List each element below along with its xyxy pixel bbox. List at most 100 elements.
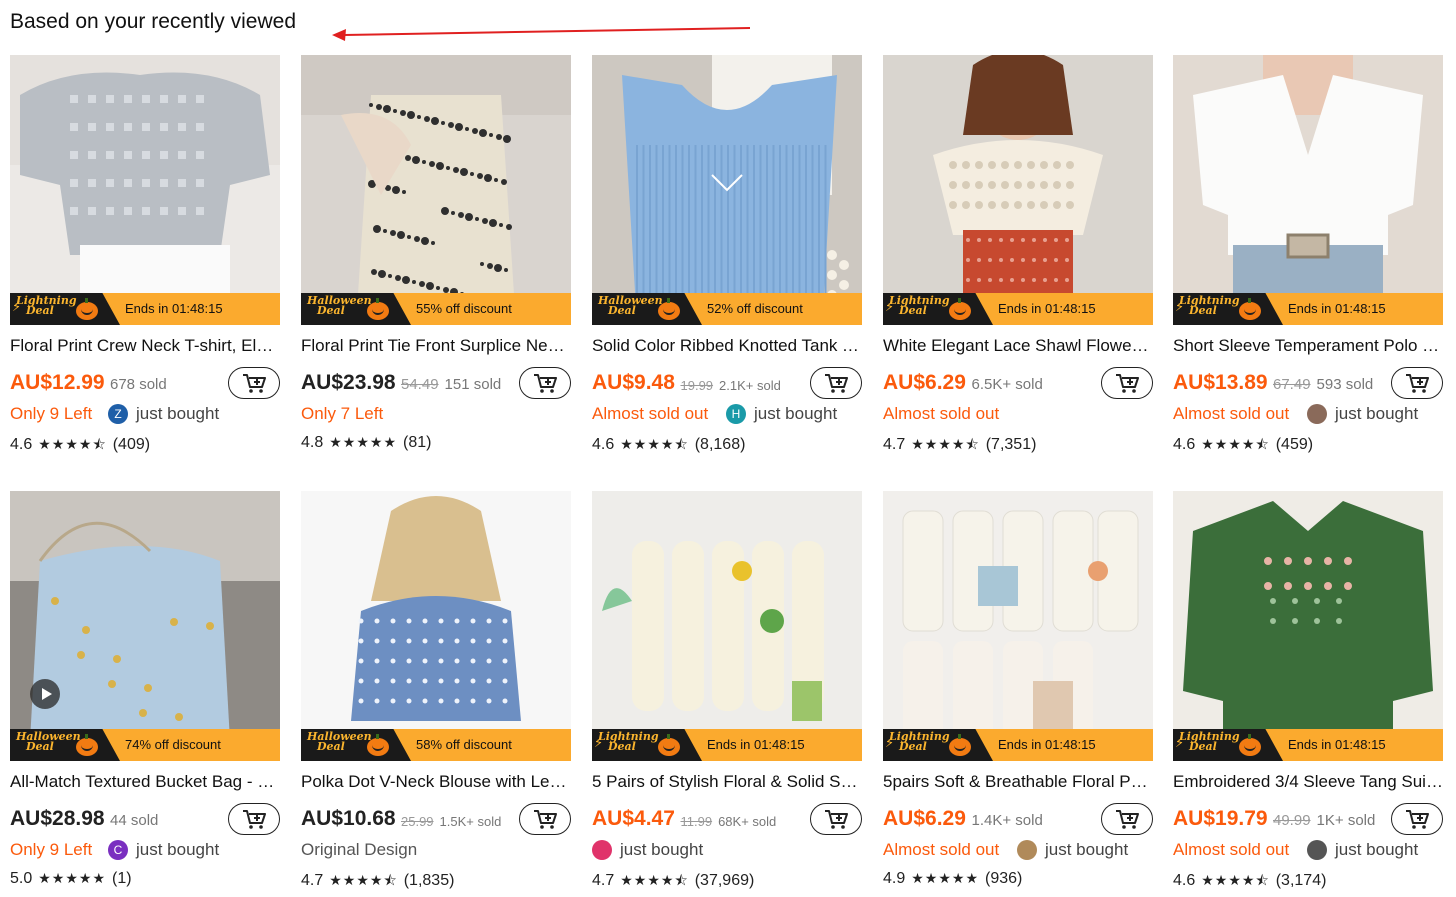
stock-row: Almost sold out bbox=[883, 404, 1153, 428]
rating-row: 4.6 ★★★★⯪ (3,174) bbox=[1173, 870, 1326, 894]
add-to-cart-button[interactable] bbox=[1101, 803, 1153, 835]
product-name[interactable]: 5pairs Soft & Breathable Floral Print So… bbox=[883, 772, 1153, 792]
product-name[interactable]: 5 Pairs of Stylish Floral & Solid Socks bbox=[592, 772, 862, 792]
pumpkin-icon bbox=[367, 734, 389, 756]
cart-icon bbox=[825, 810, 848, 829]
product-card[interactable]: ⚡ Lightning Deal Ends in 01:48:15 Embroid… bbox=[1173, 491, 1443, 891]
pumpkin-icon bbox=[658, 298, 680, 320]
rating-row: 4.6 ★★★★⯪ (409) bbox=[10, 434, 150, 458]
product-name[interactable]: White Elegant Lace Shawl Flower Top bbox=[883, 336, 1153, 356]
deal-banner-text: Ends in 01:48:15 bbox=[1288, 737, 1386, 752]
deal-banner: ⚡ Lightning Deal Ends in 01:48:15 bbox=[10, 293, 280, 325]
product-photo bbox=[301, 491, 571, 761]
pumpkin-icon bbox=[76, 734, 98, 756]
stock-status: Only 9 Left bbox=[10, 840, 93, 859]
sold-info: 11.99 68K+ sold bbox=[681, 814, 777, 829]
deal-badge: ⚡ Lightning Deal bbox=[1173, 293, 1283, 325]
deal-badge-text: Lightning Deal bbox=[598, 730, 659, 753]
product-image[interactable]: Halloween Deal 58% off discount bbox=[301, 491, 571, 761]
add-to-cart-button[interactable] bbox=[810, 367, 862, 399]
just-bought-text: just bought bbox=[1335, 404, 1419, 423]
product-photo bbox=[592, 55, 862, 325]
product-name[interactable]: Floral Print Crew Neck T-shirt, Elegant … bbox=[10, 336, 280, 356]
product-card[interactable]: Halloween Deal 52% off discount Solid Col… bbox=[592, 55, 862, 455]
product-card[interactable]: ⚡ Lightning Deal Ends in 01:48:15 5pairs … bbox=[883, 491, 1153, 891]
price: AU$6.29 bbox=[883, 807, 966, 830]
original-price: 67.49 bbox=[1273, 376, 1311, 393]
product-card[interactable]: ⚡ Lightning Deal Ends in 01:48:15 White E… bbox=[883, 55, 1153, 455]
add-to-cart-button[interactable] bbox=[228, 367, 280, 399]
buyer-info: just bought bbox=[1017, 840, 1128, 860]
add-to-cart-button[interactable] bbox=[810, 803, 862, 835]
rating-row: 5.0 ★★★★★ (1) bbox=[10, 870, 132, 888]
product-card[interactable]: Halloween Deal 74% off discount All-Match… bbox=[10, 491, 280, 891]
deal-banner-text: 55% off discount bbox=[416, 301, 512, 316]
price: AU$13.89 bbox=[1173, 371, 1268, 394]
product-image[interactable]: Halloween Deal 55% off discount bbox=[301, 55, 571, 325]
price-row: AU$28.98 44 sold bbox=[10, 803, 280, 837]
star-icons: ★★★★★ bbox=[38, 870, 107, 886]
deal-badge-text: Halloween Deal bbox=[307, 294, 372, 317]
play-video-icon[interactable] bbox=[30, 679, 60, 709]
review-count: (459) bbox=[1275, 436, 1314, 453]
add-to-cart-button[interactable] bbox=[1391, 803, 1443, 835]
stock-row: Only 9 Left Z just bought bbox=[10, 404, 280, 428]
price-row: AU$6.29 1.4K+ sold bbox=[883, 803, 1153, 837]
price-row: AU$4.47 11.99 68K+ sold bbox=[592, 803, 862, 837]
product-name[interactable]: Embroidered 3/4 Sleeve Tang Suit Shirt bbox=[1173, 772, 1443, 792]
star-icons: ★★★★⯪ bbox=[911, 436, 980, 452]
stock-status: Almost sold out bbox=[1173, 404, 1290, 423]
product-image[interactable]: Halloween Deal 52% off discount bbox=[592, 55, 862, 325]
stock-status: Almost sold out bbox=[883, 404, 1000, 423]
product-card[interactable]: ⚡ Lightning Deal Ends in 01:48:15 5 Pairs… bbox=[592, 491, 862, 891]
cart-icon bbox=[1116, 810, 1139, 829]
buyer-info: H just bought bbox=[726, 404, 837, 424]
add-to-cart-button[interactable] bbox=[519, 803, 571, 835]
add-to-cart-button[interactable] bbox=[519, 367, 571, 399]
rating-value: 4.6 bbox=[1173, 872, 1196, 889]
sold-info: 54.49 151 sold bbox=[401, 376, 501, 393]
buyer-avatar: C bbox=[108, 840, 128, 860]
rating-value: 5.0 bbox=[10, 870, 33, 887]
cart-icon bbox=[534, 374, 557, 393]
product-image[interactable]: ⚡ Lightning Deal Ends in 01:48:15 bbox=[10, 55, 280, 325]
review-count: (936) bbox=[985, 870, 1023, 887]
rating-value: 4.7 bbox=[301, 872, 324, 889]
product-image[interactable]: Halloween Deal 74% off discount bbox=[10, 491, 280, 761]
deal-banner: ⚡ Lightning Deal Ends in 01:48:15 bbox=[1173, 293, 1443, 325]
product-card[interactable]: ⚡ Lightning Deal Ends in 01:48:15 Floral … bbox=[10, 55, 280, 455]
rating-row: 4.9 ★★★★★ (936) bbox=[883, 870, 1022, 888]
add-to-cart-button[interactable] bbox=[228, 803, 280, 835]
product-card[interactable]: Halloween Deal 58% off discount Polka Dot… bbox=[301, 491, 571, 891]
product-image[interactable]: ⚡ Lightning Deal Ends in 01:48:15 bbox=[1173, 491, 1443, 761]
add-to-cart-button[interactable] bbox=[1391, 367, 1443, 399]
cart-icon bbox=[1116, 374, 1139, 393]
sold-count: 44 sold bbox=[110, 812, 159, 829]
product-name[interactable]: Floral Print Tie Front Surplice Neck Dre… bbox=[301, 336, 571, 356]
sold-info: 49.99 1K+ sold bbox=[1273, 812, 1375, 829]
stock-status: Almost sold out bbox=[1173, 840, 1290, 859]
stock-status: Only 9 Left bbox=[10, 404, 93, 423]
price-row: AU$12.99 678 sold bbox=[10, 367, 280, 401]
product-image[interactable]: ⚡ Lightning Deal Ends in 01:48:15 bbox=[1173, 55, 1443, 325]
price: AU$23.98 bbox=[301, 371, 396, 394]
product-name[interactable]: All-Match Textured Bucket Bag - Light Bl… bbox=[10, 772, 280, 792]
product-card[interactable]: ⚡ Lightning Deal Ends in 01:48:15 Short S… bbox=[1173, 55, 1443, 455]
product-image[interactable]: ⚡ Lightning Deal Ends in 01:48:15 bbox=[592, 491, 862, 761]
annotation-arrow bbox=[332, 27, 751, 41]
product-name[interactable]: Short Sleeve Temperament Polo Shirt bbox=[1173, 336, 1443, 356]
product-card[interactable]: Halloween Deal 55% off discount Floral Pr… bbox=[301, 55, 571, 455]
just-bought-text: just bought bbox=[1045, 840, 1129, 859]
sold-count: 1.5K+ sold bbox=[439, 814, 502, 829]
product-image[interactable]: ⚡ Lightning Deal Ends in 01:48:15 bbox=[883, 491, 1153, 761]
sold-count: 151 sold bbox=[444, 376, 502, 393]
product-name[interactable]: Solid Color Ribbed Knotted Tank Top bbox=[592, 336, 862, 356]
rating-value: 4.8 bbox=[301, 434, 324, 451]
star-icons: ★★★★★ bbox=[911, 870, 980, 886]
product-photo bbox=[1173, 491, 1443, 761]
product-image[interactable]: ⚡ Lightning Deal Ends in 01:48:15 bbox=[883, 55, 1153, 325]
product-name[interactable]: Polka Dot V-Neck Blouse with Lettuce Tri… bbox=[301, 772, 571, 792]
buyer-info: just bought bbox=[1307, 404, 1418, 424]
add-to-cart-button[interactable] bbox=[1101, 367, 1153, 399]
star-icons: ★★★★★ bbox=[329, 434, 398, 450]
